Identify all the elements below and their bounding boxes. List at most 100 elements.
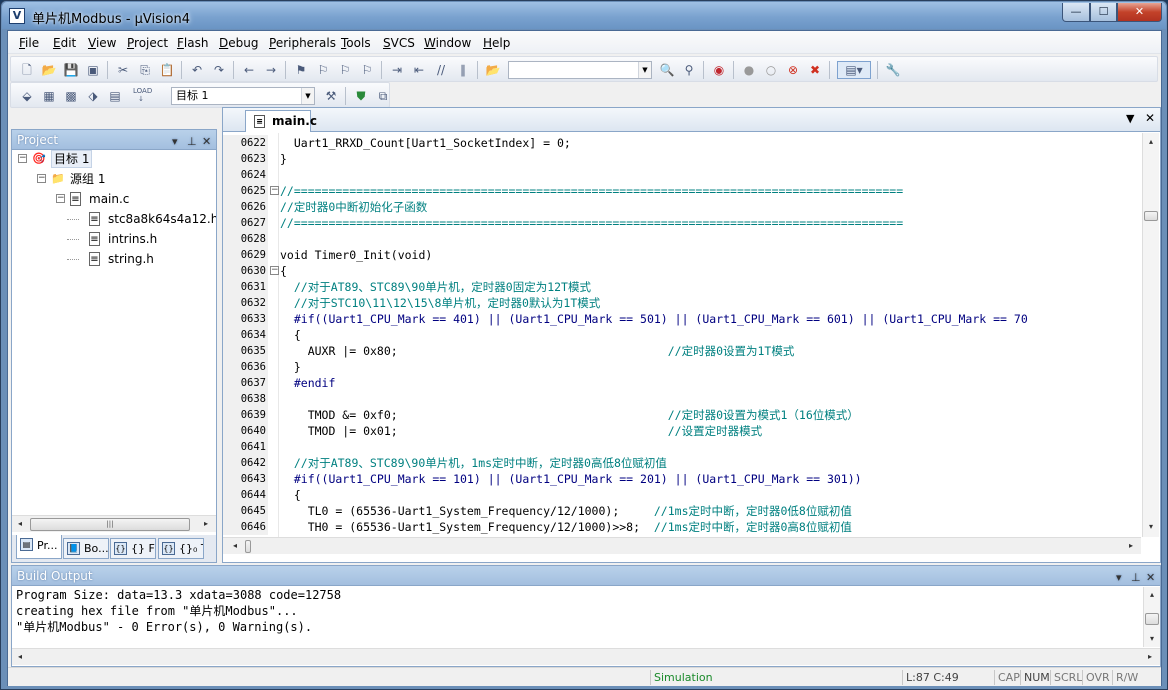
bookmark-icon[interactable]: ⚑ xyxy=(293,62,309,78)
build-output-text[interactable]: Program Size: data=13.3 xdata=3088 code=… xyxy=(16,587,341,635)
pin-icon[interactable]: ⊥ xyxy=(187,132,197,152)
menu-debug[interactable]: Debug xyxy=(219,36,258,50)
code-line[interactable]: AUXR |= 0x80; //定时器0设置为1T模式 xyxy=(280,343,795,359)
target-select[interactable]: 目标 1 ▼ xyxy=(171,87,315,105)
editor-tab-main-c[interactable]: ≡ main.c xyxy=(245,110,317,132)
panel-menu-icon[interactable]: ▾ xyxy=(172,132,178,152)
menu-tools[interactable]: Tools xyxy=(341,36,371,50)
panel-menu-icon[interactable]: ▾ xyxy=(1116,568,1122,588)
scroll-right-icon[interactable]: ▸ xyxy=(1123,538,1139,554)
tab-books[interactable]: 📘 Bo... xyxy=(63,538,109,559)
unindent-icon[interactable]: ⇤ xyxy=(411,62,427,78)
collapse-icon[interactable]: − xyxy=(37,174,46,183)
open-file-icon[interactable]: 📂 xyxy=(41,62,57,78)
rebuild-icon[interactable]: ▩ xyxy=(63,88,79,104)
scroll-down-icon[interactable]: ▾ xyxy=(1144,631,1160,647)
kill-all-breakpoints-icon[interactable]: ✖ xyxy=(807,62,823,78)
menu-view[interactable]: View xyxy=(88,36,116,50)
code-line[interactable]: } xyxy=(280,151,287,167)
batch-build-icon[interactable]: ⬗ xyxy=(85,88,101,104)
editor-vscrollbar[interactable]: ▴ ▾ xyxy=(1142,133,1159,537)
scroll-down-icon[interactable]: ▾ xyxy=(1143,519,1159,535)
tree-item[interactable]: − ≡ main.c xyxy=(12,190,216,208)
scroll-left-icon[interactable]: ◂ xyxy=(12,649,28,665)
menu-project[interactable]: Project xyxy=(127,36,168,50)
editor-hscrollbar[interactable]: ◂ ▸ xyxy=(223,537,1141,554)
project-hscrollbar[interactable]: ◂ ||| ▸ xyxy=(12,515,216,532)
code-view[interactable]: 0622 Uart1_RRXD_Count[Uart1_SocketIndex]… xyxy=(223,133,1141,537)
menu-flash[interactable]: Flash xyxy=(177,36,208,50)
new-file-icon[interactable]: 🗋 xyxy=(19,62,35,78)
code-line[interactable]: Uart1_RRXD_Count[Uart1_SocketIndex] = 0; xyxy=(280,135,571,151)
close-button[interactable]: ✕ xyxy=(1117,3,1162,22)
comment-icon[interactable]: // xyxy=(433,62,449,78)
code-line[interactable]: } xyxy=(280,359,301,375)
next-bookmark-icon[interactable]: ⚐ xyxy=(337,62,353,78)
code-line[interactable]: TMOD &= 0xf0; //定时器0设置为模式1（16位模式） xyxy=(280,407,859,423)
tree-item[interactable]: ≡ stc8a8k64s4a12.h xyxy=(12,210,216,228)
copy-icon[interactable]: ⎘ xyxy=(137,62,153,78)
find-icon[interactable]: 🔍 xyxy=(659,62,675,78)
code-line[interactable]: { xyxy=(280,263,287,279)
prev-bookmark-icon[interactable]: ⚐ xyxy=(315,62,331,78)
find-in-files-icon[interactable]: 📂 xyxy=(485,62,501,78)
code-line[interactable]: //======================================… xyxy=(280,183,903,199)
code-line[interactable]: TL0 = (65536-Uart1_System_Frequency/12/1… xyxy=(280,503,852,519)
build-hscrollbar[interactable]: ◂ ▸ xyxy=(12,648,1160,665)
indent-icon[interactable]: ⇥ xyxy=(389,62,405,78)
scroll-right-icon[interactable]: ▸ xyxy=(198,516,214,532)
target-options-icon[interactable]: ⚒ xyxy=(323,88,339,104)
maximize-button[interactable]: ☐ xyxy=(1090,3,1117,22)
collapse-icon[interactable]: − xyxy=(18,154,27,163)
code-line[interactable]: TH0 = (65536-Uart1_System_Frequency/12/1… xyxy=(280,519,852,535)
disable-all-breakpoints-icon[interactable]: ⊗ xyxy=(785,62,801,78)
chevron-down-icon[interactable]: ▼ xyxy=(638,62,651,78)
nav-forward-icon[interactable]: → xyxy=(263,62,279,78)
code-line[interactable]: //对于AT89、STC89\90单片机，1ms定时中断，定时器0高低8位赋初值 xyxy=(280,455,667,471)
title-bar[interactable]: V 单片机Modbus - µVision4 — ☐ ✕ xyxy=(2,2,1166,29)
menu-edit[interactable]: Edit xyxy=(53,36,76,50)
tree-item[interactable]: − 🎯 目标 1 xyxy=(12,150,216,168)
save-icon[interactable]: 💾 xyxy=(63,62,79,78)
translate-icon[interactable]: ⬙ xyxy=(19,88,35,104)
find-combo[interactable]: ▼ xyxy=(508,61,652,79)
nav-back-icon[interactable]: ← xyxy=(241,62,257,78)
incremental-find-icon[interactable]: ⚲ xyxy=(681,62,697,78)
panel-close-icon[interactable]: ✕ xyxy=(1146,568,1155,588)
code-line[interactable]: #if((Uart1_CPU_Mark == 401) || (Uart1_CP… xyxy=(280,311,1028,327)
paste-icon[interactable]: 📋 xyxy=(159,62,175,78)
manage-components-icon[interactable]: ⛊ xyxy=(353,88,369,104)
redo-icon[interactable]: ↷ xyxy=(211,62,227,78)
tab-functions[interactable]: {} {} Fu... xyxy=(110,538,156,559)
panel-close-icon[interactable]: ✕ xyxy=(202,132,211,152)
stop-build-icon[interactable]: ▤ xyxy=(107,88,123,104)
debug-session-icon[interactable]: ◉ xyxy=(711,62,727,78)
code-line[interactable]: void Timer0_Init(void) xyxy=(280,247,432,263)
window-layout-icon[interactable]: ▤▾ xyxy=(837,61,871,79)
scroll-thumb[interactable] xyxy=(1145,613,1159,625)
scroll-thumb[interactable]: ||| xyxy=(30,518,190,531)
minimize-button[interactable]: — xyxy=(1062,3,1090,22)
scroll-thumb[interactable] xyxy=(1144,211,1158,221)
code-line[interactable]: { xyxy=(280,327,301,343)
uncomment-icon[interactable]: ∥ xyxy=(455,62,471,78)
menu-svcs[interactable]: SVCS xyxy=(383,36,415,50)
save-all-icon[interactable]: ▣ xyxy=(85,62,101,78)
disable-breakpoint-icon[interactable]: ○ xyxy=(763,62,779,78)
build-icon[interactable]: ▦ xyxy=(41,88,57,104)
scroll-left-icon[interactable]: ◂ xyxy=(12,516,28,532)
fold-toggle-icon[interactable]: − xyxy=(270,186,279,195)
menu-peripherals[interactable]: Peripherals xyxy=(269,36,336,50)
menu-window[interactable]: Window xyxy=(424,36,471,50)
clear-bookmarks-icon[interactable]: ⚐ xyxy=(359,62,375,78)
scroll-up-icon[interactable]: ▴ xyxy=(1143,134,1159,150)
undo-icon[interactable]: ↶ xyxy=(189,62,205,78)
breakpoint-icon[interactable]: ● xyxy=(741,62,757,78)
tree-item[interactable]: − 📁 源组 1 xyxy=(12,170,216,188)
editor-close-icon[interactable]: ✕ xyxy=(1145,111,1155,125)
tab-templates[interactable]: {} {}₀ Te... xyxy=(158,538,204,559)
tree-item[interactable]: ≡ string.h xyxy=(12,250,216,268)
fold-toggle-icon[interactable]: − xyxy=(270,266,279,275)
code-line[interactable]: #if((Uart1_CPU_Mark == 101) || (Uart1_CP… xyxy=(280,471,862,487)
scroll-left-icon[interactable]: ◂ xyxy=(227,538,243,554)
